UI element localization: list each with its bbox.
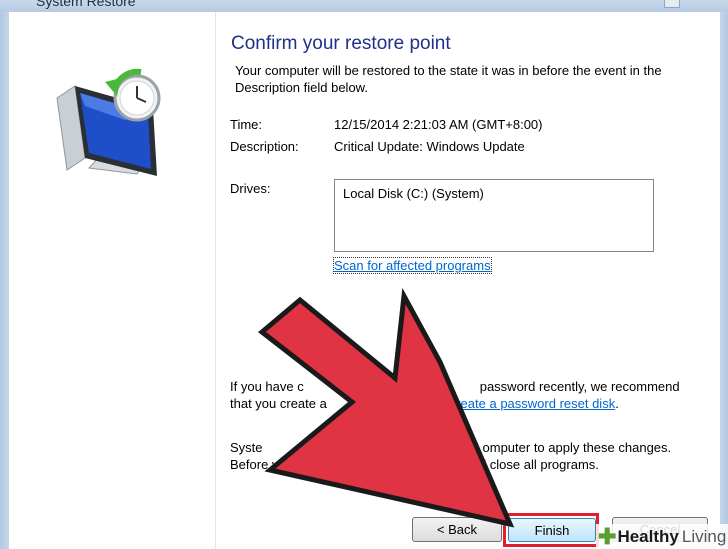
watermark-brand-1: Healthy [617,526,679,546]
watermark: ✚ Healthy Living [596,524,728,549]
watermark-brand-2: Living [681,526,727,546]
red-arrow-pointer [258,287,515,528]
plus-icon: ✚ [598,523,617,549]
